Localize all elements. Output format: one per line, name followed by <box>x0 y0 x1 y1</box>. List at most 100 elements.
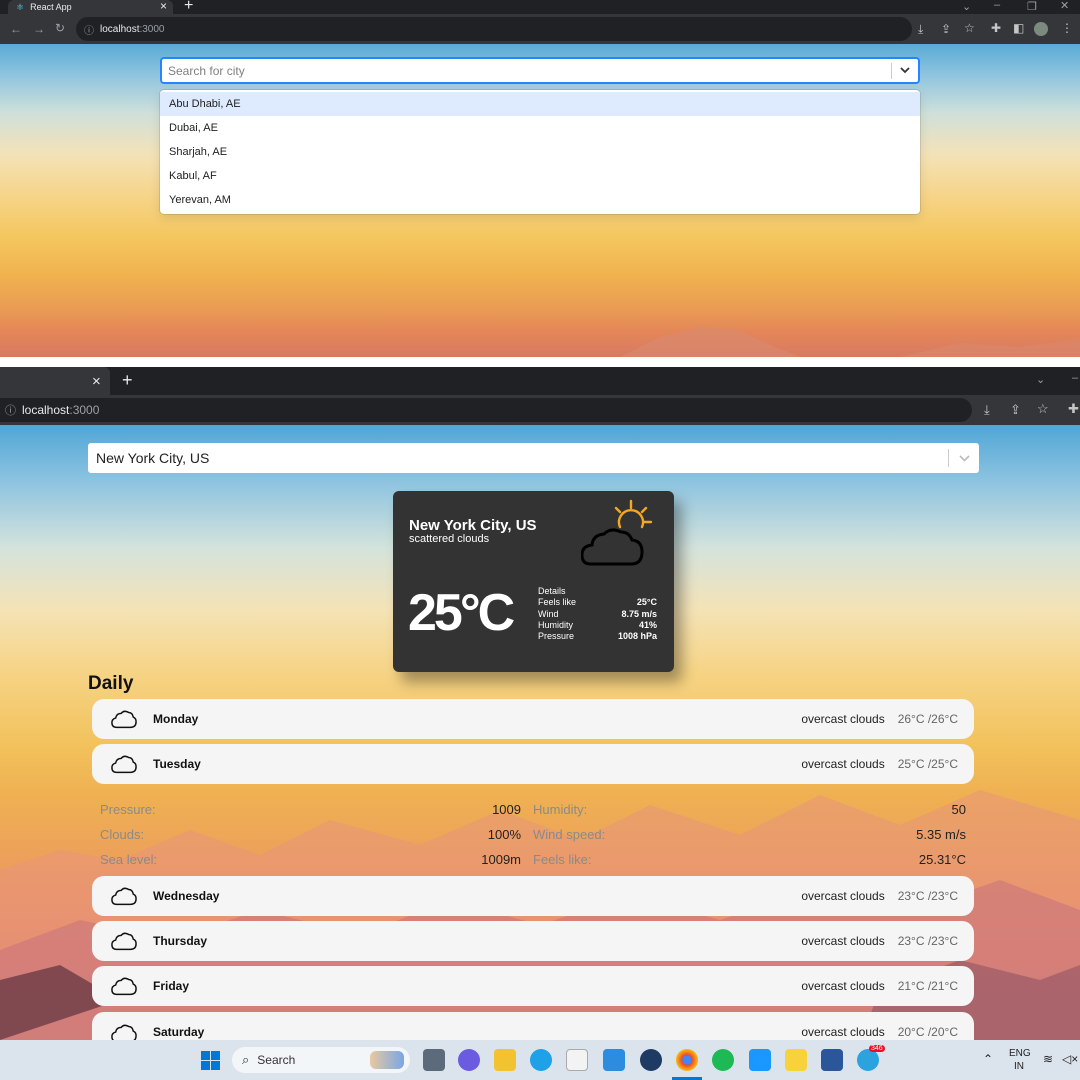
windows-taskbar: ⌕ Search 346 ⌃ ENG IN ≋ ◁× <box>0 1040 1080 1080</box>
tab-search-icon[interactable]: ⌄ <box>962 0 971 13</box>
cloud-icon <box>111 886 137 906</box>
taskbar-search-label: Search <box>257 1053 296 1067</box>
word-icon[interactable] <box>821 1049 843 1071</box>
info-icon: ⓘ <box>84 25 94 37</box>
detail-value: 5.35 m/s <box>916 827 966 842</box>
extensions-icon[interactable]: ✚ <box>991 21 1001 35</box>
city-search-select[interactable] <box>160 57 920 84</box>
file-explorer-icon[interactable] <box>494 1049 516 1071</box>
day-temp-range: 26°C /26°C <box>897 712 958 726</box>
tray-overflow-chevron-icon[interactable]: ⌃ <box>983 1052 993 1066</box>
daily-forecast-item[interactable]: Monday overcast clouds 26°C /26°C <box>92 699 974 739</box>
edge-browser-icon[interactable] <box>530 1049 552 1071</box>
city-search-input[interactable] <box>162 59 891 82</box>
city-option[interactable]: Yerevan, AM <box>160 188 920 212</box>
daily-forecast-item[interactable]: Tuesday overcast clouds 25°C /25°C <box>92 744 974 784</box>
detail-row: Wind 8.75 m/s <box>538 608 657 619</box>
tab-react-app[interactable]: ⚛ React App × <box>8 0 173 14</box>
prime-video-icon[interactable] <box>749 1049 771 1071</box>
close-tab-icon[interactable]: × <box>92 373 101 390</box>
new-tab-button[interactable]: + <box>184 0 193 15</box>
back-icon[interactable]: ← <box>10 22 22 36</box>
daily-forecast-item[interactable]: Wednesday overcast clouds 23°C /23°C <box>92 876 974 916</box>
info-icon: ⓘ <box>5 405 16 417</box>
bookmark-star-icon[interactable]: ☆ <box>964 21 975 35</box>
city-option[interactable]: Abu Dhabi, AE <box>160 92 920 116</box>
tab-title: React App <box>30 2 72 12</box>
day-name: Wednesday <box>153 889 220 903</box>
day-temp-range: 25°C /25°C <box>897 757 958 771</box>
vscode-icon[interactable] <box>603 1049 625 1071</box>
daily-forecast-item[interactable]: Thursday overcast clouds 23°C /23°C <box>92 921 974 961</box>
sticky-notes-icon[interactable] <box>785 1049 807 1071</box>
speaker-muted-icon[interactable]: ◁× <box>1062 1052 1078 1066</box>
detail-label: Sea level: <box>100 852 158 867</box>
screenshot-divider <box>0 357 1080 367</box>
new-tab-button[interactable]: + <box>122 370 133 391</box>
close-window-icon[interactable]: ✕ <box>1060 0 1069 12</box>
chevron-down-icon[interactable] <box>949 454 979 462</box>
url-host: localhost <box>100 23 140 35</box>
region-indicator[interactable]: IN <box>1014 1061 1024 1072</box>
url-field[interactable]: ⓘ localhost:3000 <box>76 17 912 41</box>
city-search-select[interactable]: New York City, US <box>88 443 979 473</box>
url-port: :3000 <box>139 23 165 35</box>
cloud-icon <box>111 1023 137 1040</box>
detail-value: 1009 <box>492 802 521 817</box>
extensions-icon[interactable]: ✚ <box>1068 401 1079 417</box>
detail-row: Humidity 41% <box>538 619 657 630</box>
language-indicator[interactable]: ENG <box>1009 1048 1031 1059</box>
current-weather-card: New York City, US scattered clouds 25°C … <box>393 491 674 672</box>
reload-icon[interactable]: ↻ <box>55 21 65 35</box>
cloud-icon <box>111 931 137 951</box>
telegram-icon[interactable] <box>857 1049 879 1071</box>
day-name: Tuesday <box>153 757 201 771</box>
daily-forecast-item[interactable]: Saturday overcast clouds 20°C /20°C <box>92 1012 974 1040</box>
forward-icon[interactable]: → <box>33 22 45 36</box>
city-option[interactable]: Dubai, AE <box>160 116 920 140</box>
menu-kebab-icon[interactable]: ⋮ <box>1061 21 1073 35</box>
day-description: overcast clouds <box>801 1025 885 1039</box>
detail-row: Pressure 1008 hPa <box>538 631 657 642</box>
day-temp-range: 21°C /21°C <box>897 979 958 993</box>
minimize-icon[interactable]: – <box>1072 372 1078 384</box>
taskbar-search[interactable]: ⌕ Search <box>232 1047 410 1073</box>
close-tab-icon[interactable]: × <box>160 0 167 13</box>
wifi-icon[interactable]: ≋ <box>1043 1052 1053 1066</box>
city-option[interactable]: Kabul, AF <box>160 164 920 188</box>
day-description: overcast clouds <box>801 934 885 948</box>
day-description: overcast clouds <box>801 979 885 993</box>
day-name: Friday <box>153 979 190 993</box>
chevron-down-icon[interactable] <box>892 67 918 74</box>
day-description: overcast clouds <box>801 757 885 771</box>
share-icon[interactable]: ⇪ <box>1010 402 1021 418</box>
daily-forecast-item[interactable]: Friday overcast clouds 21°C /21°C <box>92 966 974 1006</box>
day-description: overcast clouds <box>801 889 885 903</box>
restore-icon[interactable]: ❐ <box>1027 0 1037 13</box>
install-icon[interactable]: ⤓ <box>984 402 990 418</box>
profile-avatar[interactable] <box>1034 22 1048 36</box>
active-tab[interactable]: × <box>0 367 110 395</box>
detail-row: Feels like 25°C <box>538 597 657 608</box>
spotify-icon[interactable] <box>712 1049 734 1071</box>
city-option[interactable]: Sharjah, AE <box>160 140 920 164</box>
teams-chat-icon[interactable] <box>458 1049 480 1071</box>
detail-label: Pressure: <box>100 802 156 817</box>
address-bar: ⓘ localhost:3000 ⤓ ⇪ ☆ ✚ <box>0 395 1080 425</box>
microsoft-store-icon[interactable] <box>566 1049 588 1071</box>
url-field[interactable]: ⓘ localhost:3000 <box>0 398 972 422</box>
windows-start-icon[interactable] <box>201 1051 220 1070</box>
cloud-icon <box>111 754 137 774</box>
share-icon[interactable]: ⇪ <box>941 22 951 36</box>
notion-icon[interactable] <box>640 1049 662 1071</box>
detail-value: 1009m <box>481 852 521 867</box>
task-view-icon[interactable] <box>423 1049 445 1071</box>
tab-search-icon[interactable]: ⌄ <box>1036 373 1045 386</box>
cloud-icon <box>111 976 137 996</box>
install-icon[interactable]: ⤓ <box>918 22 923 37</box>
minimize-icon[interactable]: – <box>994 0 1000 11</box>
bookmark-star-icon[interactable]: ☆ <box>1037 401 1049 417</box>
selected-city-value[interactable]: New York City, US <box>88 450 948 466</box>
detail-value: 100% <box>487 827 521 842</box>
side-panel-icon[interactable]: ◧ <box>1013 21 1024 35</box>
